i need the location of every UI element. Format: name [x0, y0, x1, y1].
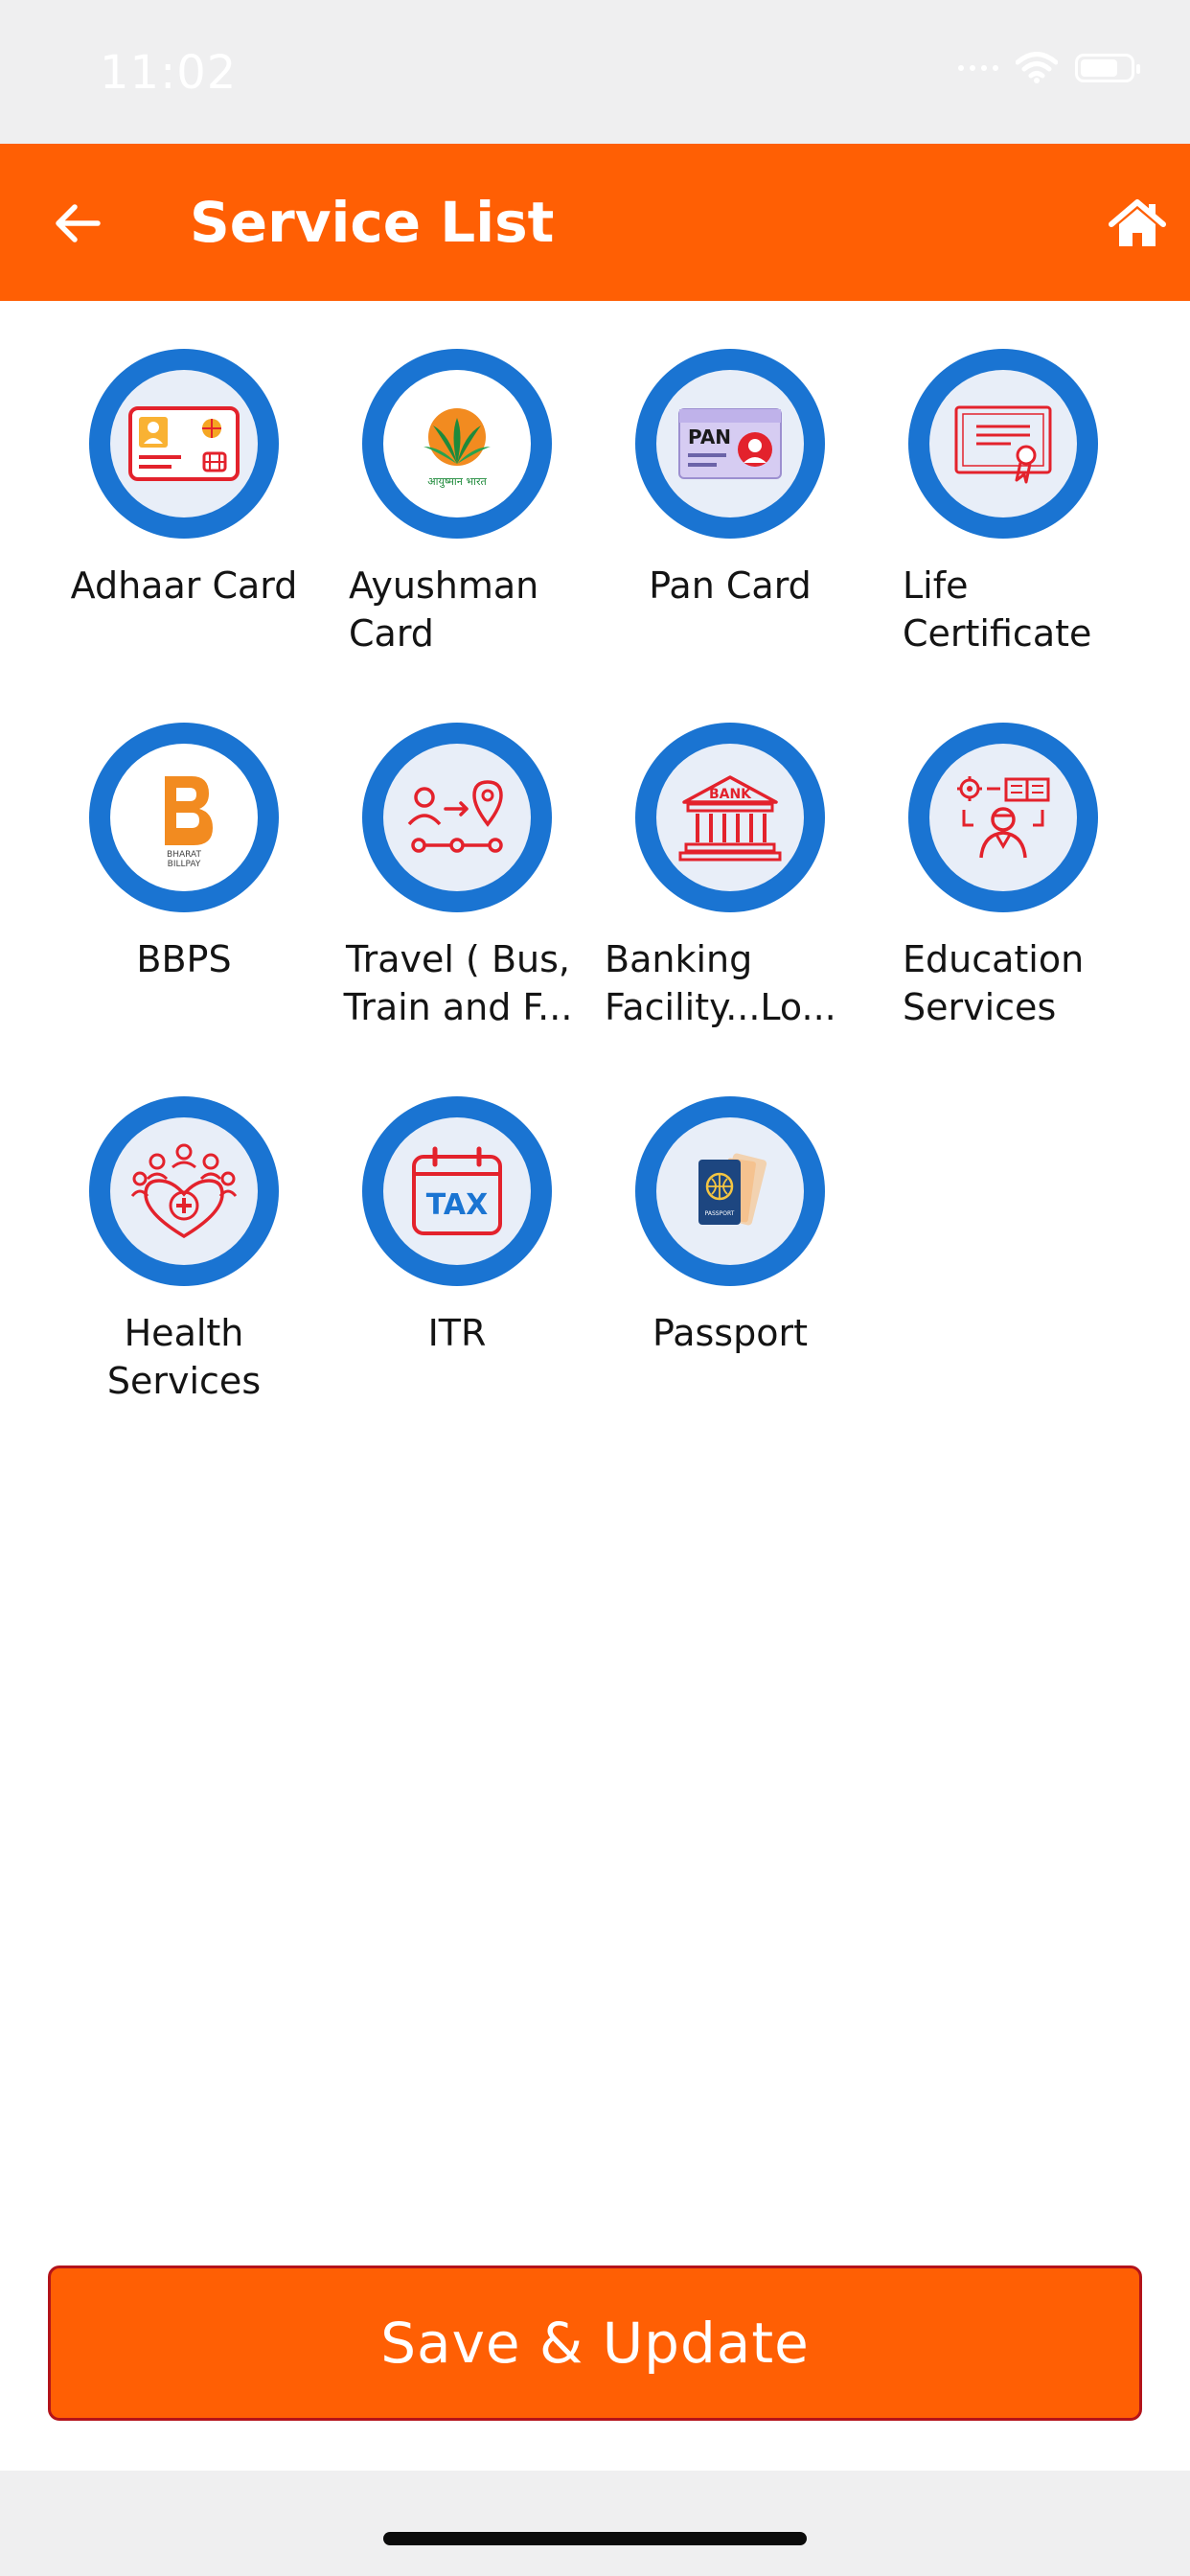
back-button[interactable] [48, 194, 107, 253]
passport-icon: PASSPORT [698, 1153, 767, 1226]
status-icons [958, 52, 1140, 84]
bbps-logo-text: BHARAT BILLPAY [167, 850, 201, 869]
passport-logo-text: PASSPORT [705, 1210, 735, 1217]
service-label: Life Certificate [903, 564, 1092, 655]
bharat-billpay-icon: BHARAT BILLPAY [165, 776, 213, 869]
service-label: Education Services [903, 938, 1085, 1028]
service-label: BBPS [136, 938, 232, 980]
home-button[interactable] [1106, 194, 1169, 253]
service-icon-ring: आयुष्मान भारत [362, 349, 552, 539]
service-tile-education-services[interactable]: Education Services [866, 723, 1140, 1048]
wifi-icon [1016, 52, 1058, 83]
service-tile-health-services[interactable]: Health Services [47, 1096, 321, 1422]
page-title: Service List [190, 190, 555, 255]
service-icon-ring: BANK [635, 723, 825, 912]
save-update-button[interactable]: Save & Update [48, 2266, 1142, 2421]
home-icon [1109, 199, 1166, 246]
service-tile-itr[interactable]: TAX ITR [320, 1096, 594, 1422]
service-tile-ayushman-card[interactable]: आयुष्मान भारत Ayushman Card [320, 349, 594, 675]
ayushman-logo-text: आयुष्मान भारत [427, 475, 487, 488]
service-tile-adhaar-card[interactable]: Adhaar Card [47, 349, 321, 675]
service-label: ITR [427, 1312, 487, 1354]
service-tile-life-certificate[interactable]: Life Certificate [866, 349, 1140, 675]
aadhaar-card-icon [128, 406, 240, 481]
service-icon-ring: PASSPORT [635, 1096, 825, 1286]
service-label: Banking Facility...Lo... [605, 938, 836, 1028]
battery-icon [1075, 54, 1140, 82]
service-tile-passport[interactable]: PASSPORT Passport [593, 1096, 867, 1422]
service-label: Health Services [106, 1312, 262, 1402]
bottom-safe-area [0, 2471, 1190, 2576]
app-bar: Service List [0, 144, 1190, 301]
service-label: Pan Card [649, 564, 812, 607]
service-icon-ring [89, 349, 279, 539]
service-tile-travel[interactable]: Travel ( Bus, Train and F... [320, 723, 594, 1048]
home-indicator[interactable] [383, 2532, 807, 2545]
service-tile-banking-facility[interactable]: BANK Banking Facility...Lo... [593, 723, 867, 1048]
service-label: Travel ( Bus, Train and F... [343, 938, 573, 1028]
pan-card-icon: PAN [678, 408, 782, 479]
arrow-left-icon [56, 204, 101, 242]
service-icon-ring [908, 723, 1098, 912]
travel-route-icon [407, 780, 503, 853]
service-tile-bbps[interactable]: BHARAT BILLPAY BBPS [47, 723, 321, 1048]
service-icon-ring [89, 1096, 279, 1286]
ayushman-bharat-icon: आयुष्मान भारत [423, 408, 491, 488]
service-icon-ring: BHARAT BILLPAY [89, 723, 279, 912]
education-services-icon [957, 776, 1050, 859]
tax-calendar-icon: TAX [412, 1146, 502, 1235]
tax-logo-text: TAX [426, 1188, 488, 1222]
certificate-icon [954, 405, 1052, 484]
pan-logo-text: PAN [688, 426, 731, 448]
status-bar: 11:02 [0, 0, 1190, 144]
cellular-signal-icon [958, 65, 998, 71]
service-label: Adhaar Card [70, 564, 298, 607]
health-heart-icon [130, 1143, 238, 1239]
status-time: 11:02 [100, 46, 238, 100]
service-label: Passport [652, 1312, 808, 1354]
service-icon-ring [362, 723, 552, 912]
service-tile-pan-card[interactable]: PAN Pan Card [593, 349, 867, 675]
service-icon-ring [908, 349, 1098, 539]
service-label: Ayushman Card [349, 564, 539, 655]
service-icon-ring: TAX [362, 1096, 552, 1286]
bank-building-icon: BANK [678, 775, 782, 862]
bank-logo-text: BANK [709, 787, 752, 802]
service-icon-ring: PAN [635, 349, 825, 539]
